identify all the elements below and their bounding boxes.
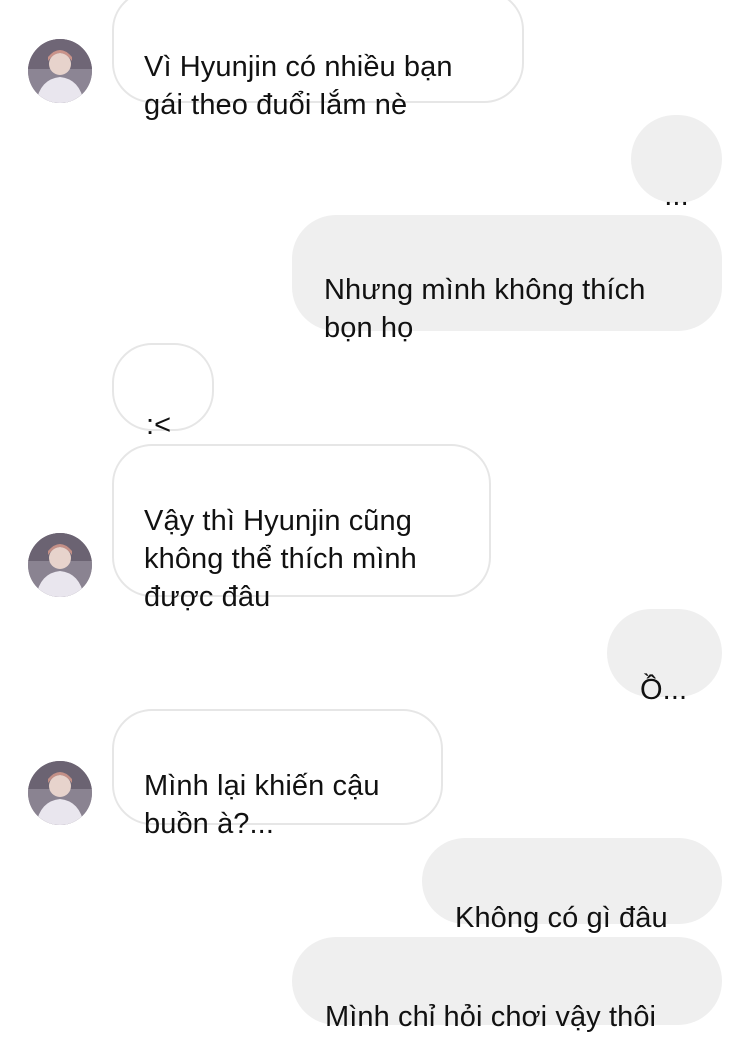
- message-text: Vậy thì Hyunjin cũng không thể thích mìn…: [144, 505, 417, 613]
- message-bubble-incoming[interactable]: Vì Hyunjin có nhiều bạn gái theo đuổi lắ…: [112, 0, 524, 121]
- chat-thread: Vì Hyunjin có nhiều bạn gái theo đuổi lắ…: [0, 0, 750, 1041]
- contact-avatar[interactable]: [28, 533, 92, 597]
- contact-avatar[interactable]: [28, 761, 92, 825]
- contact-avatar[interactable]: [28, 39, 92, 103]
- message-bubble-outgoing[interactable]: Nhưng mình không thích bọn họ: [292, 215, 722, 344]
- avatar-photo-icon: [28, 533, 92, 597]
- message-bubble-outgoing[interactable]: ...: [631, 115, 722, 212]
- message-bubble-outgoing[interactable]: Ồ...: [607, 609, 722, 706]
- message-text: ...: [664, 180, 689, 212]
- message-bubble-outgoing[interactable]: Mình chỉ hỏi chơi vậy thôi: [292, 937, 722, 1033]
- message-bubble-incoming[interactable]: :<: [112, 343, 214, 441]
- message-text: :<: [146, 409, 172, 441]
- message-text: Nhưng mình không thích bọn họ: [324, 274, 646, 344]
- message-bubble-incoming[interactable]: Mình lại khiến cậu buồn à?...: [112, 709, 443, 840]
- message-text: Mình chỉ hỏi chơi vậy thôi: [325, 1001, 657, 1033]
- message-text: Không có gì đâu: [455, 902, 668, 934]
- message-text: Ồ...: [640, 674, 688, 706]
- message-text: Vì Hyunjin có nhiều bạn gái theo đuổi lắ…: [144, 51, 453, 121]
- avatar-photo-icon: [28, 39, 92, 103]
- message-bubble-outgoing[interactable]: Không có gì đâu: [422, 838, 722, 934]
- message-bubble-incoming[interactable]: Vậy thì Hyunjin cũng không thể thích mìn…: [112, 444, 491, 613]
- message-text: Mình lại khiến cậu buồn à?...: [144, 770, 380, 840]
- avatar-photo-icon: [28, 761, 92, 825]
